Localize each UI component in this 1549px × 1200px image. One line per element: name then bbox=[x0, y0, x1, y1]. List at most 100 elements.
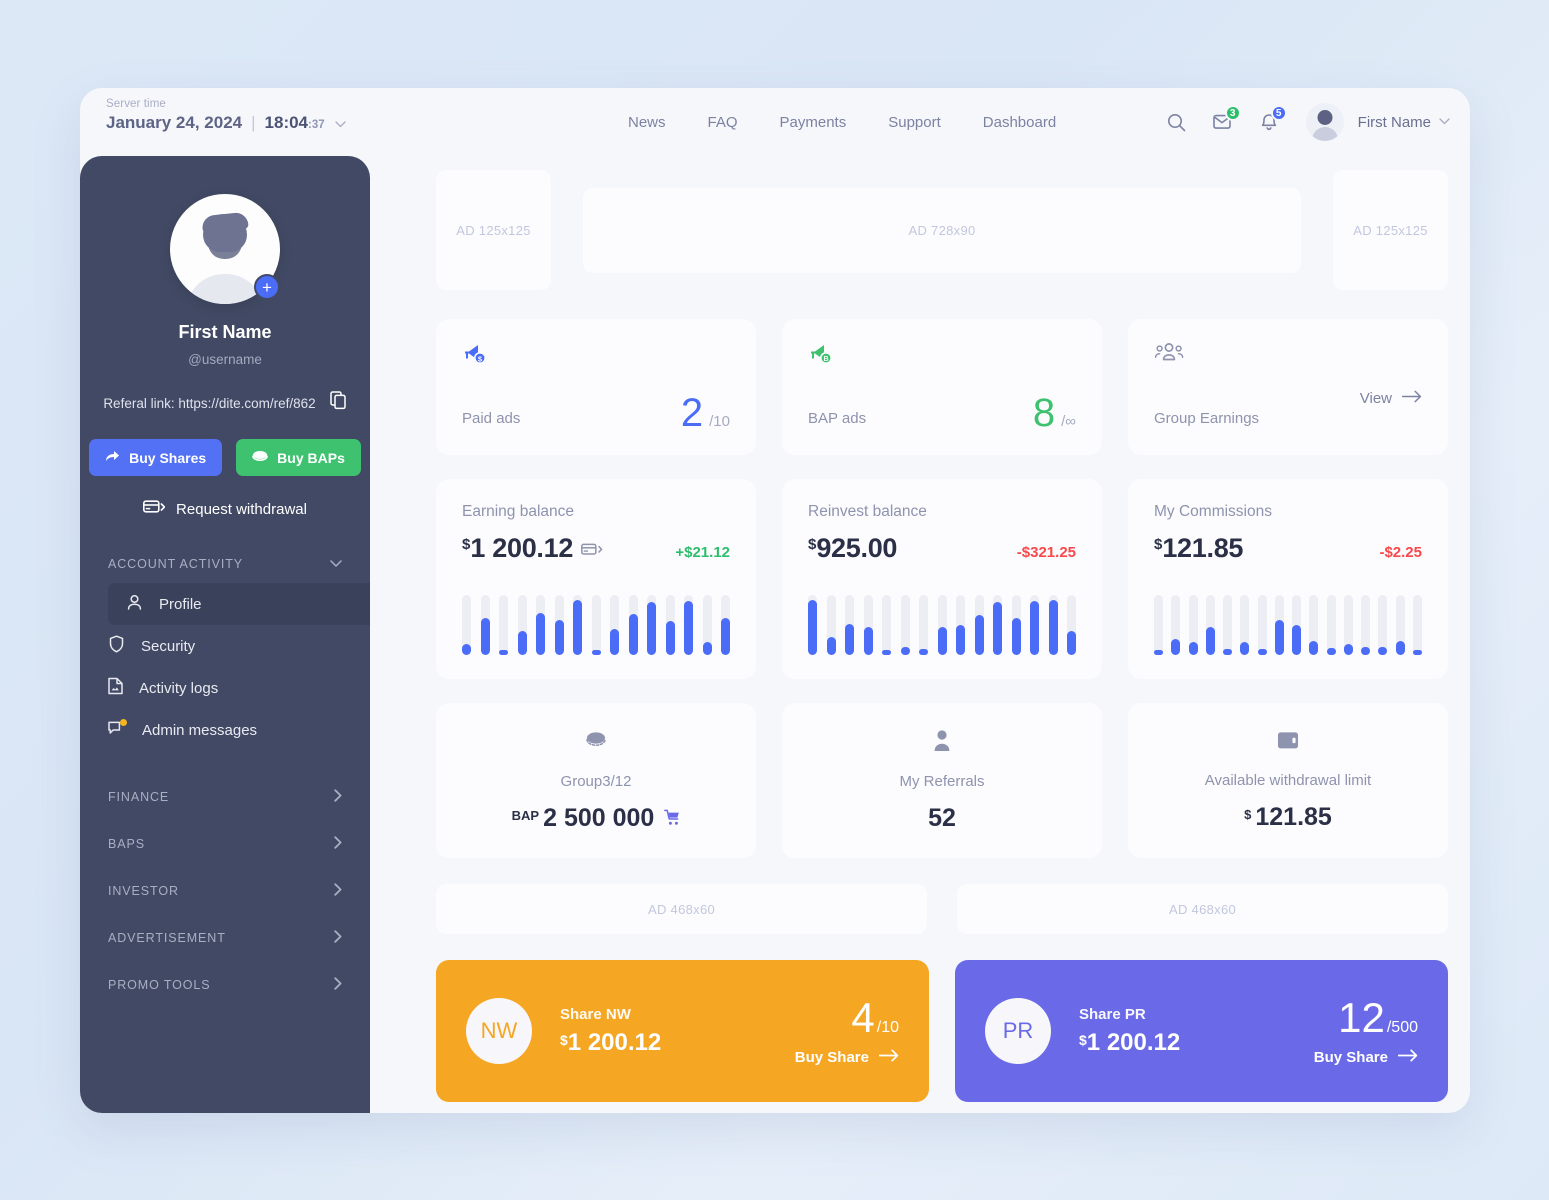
chart-bar bbox=[462, 595, 471, 655]
cart-icon[interactable] bbox=[664, 804, 680, 833]
mini-card-group[interactable]: Group3/12 BAP 2 500 000 bbox=[436, 703, 756, 858]
request-withdrawal-button[interactable]: Request withdrawal bbox=[80, 499, 370, 519]
chart-bar bbox=[1309, 595, 1319, 655]
stat-card-bap-ads[interactable]: B BAP ads 8 /∞ bbox=[782, 319, 1102, 455]
chart-bar-fill bbox=[863, 627, 873, 655]
sidebar-item-activity-logs[interactable]: Activity logs bbox=[80, 667, 370, 709]
ad-slot-bottom-right-468[interactable]: AD 468x60 bbox=[957, 884, 1448, 934]
avatar[interactable] bbox=[1305, 103, 1344, 141]
group-earnings-view-link[interactable]: View bbox=[1360, 390, 1422, 407]
nav-item-news[interactable]: News bbox=[628, 114, 666, 131]
buy-baps-button[interactable]: Buy BAPs bbox=[236, 439, 361, 476]
stat-card-sub: /∞ bbox=[1061, 413, 1076, 430]
balance-currency: $ bbox=[808, 536, 817, 553]
main-nav: News FAQ Payments Support Dashboard bbox=[628, 88, 1056, 156]
mini-card-label: Group3/12 bbox=[560, 773, 632, 790]
server-date: January 24, 2024 bbox=[106, 113, 243, 132]
ad-slot-left-125[interactable]: AD 125x125 bbox=[436, 170, 551, 290]
chart-bar bbox=[937, 595, 947, 655]
balance-amount: 925.00 bbox=[816, 533, 898, 563]
chart-bar bbox=[1378, 595, 1388, 655]
share-card-pr[interactable]: PR Share PR $ 1 200.12 12 /500 Buy Share bbox=[955, 960, 1448, 1102]
chevron-down-icon[interactable] bbox=[334, 119, 346, 131]
sidebar-group-promo-tools[interactable]: PROMO TOOLS bbox=[80, 961, 370, 1008]
chart-bar bbox=[882, 595, 891, 655]
share-total: /500 bbox=[1386, 1018, 1418, 1036]
chart-bar-fill bbox=[628, 614, 638, 655]
chart-bar-fill bbox=[1067, 631, 1076, 655]
balance-delta: -$2.25 bbox=[1379, 544, 1422, 561]
chevron-down-icon[interactable] bbox=[330, 558, 342, 570]
arrow-right-icon bbox=[878, 1049, 899, 1066]
chart-bar-fill bbox=[499, 649, 508, 655]
chart-bar-fill bbox=[1011, 617, 1021, 655]
chevron-right-icon bbox=[334, 929, 342, 946]
buy-shares-button[interactable]: Buy Shares bbox=[89, 439, 223, 476]
share-currency: $ bbox=[560, 1031, 568, 1048]
referal-link-text: Referal link: https://dite.com/ref/862 bbox=[103, 395, 316, 411]
chart-bar-fill bbox=[1048, 599, 1058, 655]
buy-shares-label: Buy Shares bbox=[129, 449, 207, 466]
chart-bar-fill bbox=[1395, 640, 1405, 655]
sidebar-group-advertisement[interactable]: ADVERTISEMENT bbox=[80, 914, 370, 961]
chart-bar-fill bbox=[937, 627, 947, 655]
mini-card-withdrawal-limit[interactable]: Available withdrawal limit $ 121.85 bbox=[1128, 703, 1448, 858]
buy-share-button-nw[interactable]: Buy Share bbox=[795, 1049, 899, 1066]
chart-bar bbox=[826, 595, 836, 655]
account-activity-header[interactable]: ACCOUNT ACTIVITY bbox=[80, 557, 370, 571]
chart-bar bbox=[665, 595, 675, 655]
user-icon bbox=[126, 594, 143, 615]
search-icon[interactable] bbox=[1154, 99, 1200, 145]
user-menu-label[interactable]: First Name bbox=[1358, 114, 1431, 131]
withdraw-card-icon[interactable] bbox=[581, 542, 603, 557]
ad-slot-bottom-left-468[interactable]: AD 468x60 bbox=[436, 884, 927, 934]
sparkline-chart bbox=[808, 595, 1076, 655]
nav-item-dashboard[interactable]: Dashboard bbox=[983, 114, 1056, 131]
chart-bar-fill bbox=[721, 617, 730, 655]
mail-badge: 3 bbox=[1224, 105, 1241, 121]
add-photo-button[interactable]: + bbox=[254, 274, 280, 300]
sidebar-item-admin-messages[interactable]: Admin messages bbox=[80, 709, 370, 751]
sidebar-item-security[interactable]: Security bbox=[80, 625, 370, 667]
sidebar-group-finance[interactable]: FINANCE bbox=[80, 773, 370, 820]
chart-bar-fill bbox=[1343, 644, 1353, 655]
request-withdrawal-label: Request withdrawal bbox=[176, 500, 307, 518]
chart-bar bbox=[900, 595, 910, 655]
chart-bar-fill bbox=[1223, 649, 1233, 655]
mail-icon[interactable]: 3 bbox=[1200, 99, 1246, 145]
buy-share-button-pr[interactable]: Buy Share bbox=[1314, 1049, 1418, 1066]
sidebar-group-investor[interactable]: INVESTOR bbox=[80, 867, 370, 914]
megaphone-dollar-icon: $ bbox=[462, 345, 496, 373]
ad-row-bottom: AD 468x60 AD 468x60 bbox=[436, 884, 1448, 934]
share-count: 12 bbox=[1338, 993, 1385, 1041]
ad-slot-right-125[interactable]: AD 125x125 bbox=[1333, 170, 1448, 290]
stat-card-group-earnings[interactable]: Group Earnings View bbox=[1128, 319, 1448, 455]
nav-item-faq[interactable]: FAQ bbox=[708, 114, 738, 131]
chart-bar-fill bbox=[480, 617, 490, 655]
chart-bar bbox=[1067, 595, 1076, 655]
bell-icon[interactable]: 5 bbox=[1246, 99, 1292, 145]
chart-bar bbox=[974, 595, 984, 655]
nav-item-support[interactable]: Support bbox=[888, 114, 941, 131]
ad-slot-banner-728[interactable]: AD 728x90 bbox=[583, 188, 1301, 273]
coin-icon bbox=[252, 450, 268, 466]
chart-bar-fill bbox=[1309, 640, 1319, 655]
nav-item-payments[interactable]: Payments bbox=[780, 114, 847, 131]
share-card-nw[interactable]: NW Share NW $ 1 200.12 4 /10 Buy Share bbox=[436, 960, 929, 1102]
sidebar-group-baps[interactable]: BAPS bbox=[80, 820, 370, 867]
chevron-down-icon[interactable] bbox=[1439, 116, 1450, 128]
profile-avatar[interactable]: + bbox=[170, 194, 280, 304]
stat-card-paid-ads[interactable]: $ Paid ads 2 /10 bbox=[436, 319, 756, 455]
chart-bar-fill bbox=[1361, 646, 1371, 655]
mini-cards-row: Group3/12 BAP 2 500 000 My Referrals 52 … bbox=[436, 703, 1448, 858]
copy-icon[interactable] bbox=[329, 391, 347, 415]
shield-icon bbox=[108, 635, 125, 657]
sidebar-item-profile[interactable]: Profile bbox=[108, 583, 370, 625]
server-clock: 18:04 bbox=[264, 113, 309, 132]
chevron-right-icon bbox=[334, 788, 342, 805]
chart-bar-fill bbox=[665, 621, 675, 655]
chart-bar-fill bbox=[610, 628, 619, 655]
mini-card-referrals[interactable]: My Referrals 52 bbox=[782, 703, 1102, 858]
chart-bar bbox=[956, 595, 965, 655]
top-bar-icons: 3 5 First Name bbox=[1154, 88, 1450, 156]
